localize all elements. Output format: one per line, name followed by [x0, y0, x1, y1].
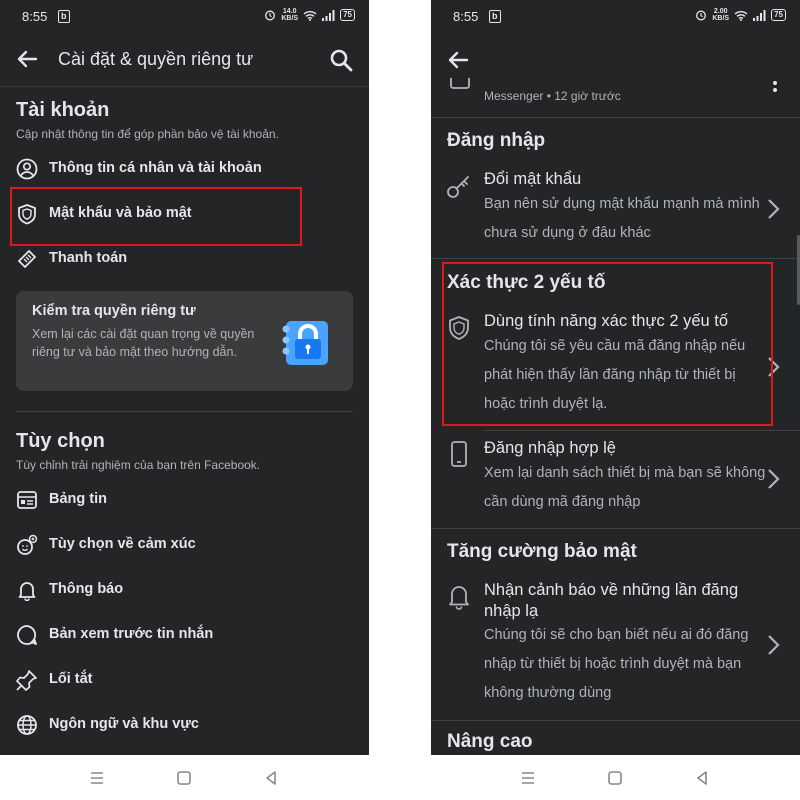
highlight-box-password-security	[10, 187, 302, 246]
extra-security-section-title: Tăng cường bảo mật	[447, 541, 637, 562]
settings-item-message-preview[interactable]: Bản xem trước tin nhắn	[0, 616, 369, 656]
system-nav-bar	[431, 755, 800, 800]
wifi-icon	[734, 10, 748, 21]
message-preview-icon	[17, 625, 37, 645]
chevron-right-icon	[768, 469, 780, 489]
battery-indicator: 75	[340, 9, 355, 21]
preferences-section-subtitle: Tùy chỉnh trải nghiệm của bạn trên Faceb…	[16, 458, 261, 472]
highlight-box-two-factor	[442, 262, 773, 426]
privacy-card-description: Xem lại các cài đặt quan trọng về quyền …	[32, 327, 255, 359]
authorized-logins-title: Đăng nhập hợp lệ	[484, 439, 616, 457]
network-speed: 2.00 KB/S	[712, 8, 730, 22]
settings-item-label: Bản xem trước tin nhắn	[49, 626, 214, 642]
login-session-meta: Messenger • 12 giờ trước	[484, 89, 621, 103]
status-indicators: 14.0 KB/S 75	[264, 8, 355, 22]
status-indicators: 2.00 KB/S 75	[695, 8, 786, 22]
notification-badge: b	[58, 10, 70, 23]
pin-icon	[16, 670, 37, 691]
status-time: 8:55	[453, 9, 479, 24]
globe-icon	[17, 715, 37, 735]
section-divider	[431, 258, 800, 259]
bell-icon	[18, 582, 36, 601]
device-icon	[450, 78, 470, 89]
settings-item-payments[interactable]: Thanh toán	[0, 240, 369, 280]
notification-badge: b	[489, 10, 501, 23]
chevron-right-icon	[768, 635, 780, 655]
settings-item-reactions[interactable]: Tùy chọn về cảm xúc	[0, 526, 369, 566]
account-section-subtitle: Cập nhật thông tin để góp phần bảo vệ tà…	[16, 127, 279, 141]
news-feed-icon	[17, 491, 37, 509]
settings-item-label: Tùy chọn về cảm xúc	[49, 536, 196, 552]
privacy-lock-illustration-icon	[282, 321, 328, 365]
tag-icon	[18, 250, 36, 268]
back-arrow-icon[interactable]	[447, 49, 469, 71]
change-password-title: Đổi mật khẩu	[484, 170, 582, 188]
network-speed: 14.0 KB/S	[281, 8, 299, 22]
settings-item-language-region[interactable]: Ngôn ngữ và khu vực	[0, 706, 369, 746]
settings-item-notifications[interactable]: Thông báo	[0, 571, 369, 611]
section-divider	[431, 720, 800, 721]
bell-icon	[449, 586, 469, 610]
settings-item-label: Thông báo	[49, 581, 124, 597]
reactions-icon	[17, 534, 38, 555]
person-circle-icon	[16, 158, 38, 180]
section-divider	[431, 528, 800, 529]
preferences-section-title: Tùy chọn	[16, 430, 105, 452]
authorized-logins-description: Xem lại danh sách thiết bị mà bạn sẽ khô…	[484, 465, 766, 510]
search-icon[interactable]	[329, 48, 353, 72]
alarm-icon	[265, 10, 276, 21]
system-nav-bar	[0, 755, 369, 800]
account-section-title: Tài khoản	[16, 99, 110, 121]
back-arrow-icon[interactable]	[16, 48, 38, 70]
settings-item-label: Bảng tin	[49, 491, 107, 507]
settings-item-label: Ngôn ngữ và khu vực	[49, 716, 199, 732]
right-phone-screen: 8:55 b 2.00 KB/S 75 Messenger • 12 giờ tr…	[431, 0, 800, 755]
settings-item-shortcuts[interactable]: Lối tắt	[0, 661, 369, 701]
left-phone-screen: 8:55 b 14.0 KB/S 75 Cài đặt & quyền riêng…	[0, 0, 369, 755]
settings-item-label: Thanh toán	[49, 250, 128, 266]
settings-item-label: Lối tắt	[49, 671, 93, 687]
app-header	[431, 32, 800, 78]
menu-nav-icon[interactable]	[519, 769, 537, 787]
key-icon	[447, 176, 469, 198]
advanced-section-title: Nâng cao	[447, 731, 533, 752]
settings-item-label: Thông tin cá nhân và tài khoản	[49, 160, 262, 176]
login-alerts-title: Nhận cảnh báo về những lần đăng nhập lạ	[484, 581, 739, 620]
status-time: 8:55	[22, 9, 48, 24]
menu-nav-icon[interactable]	[88, 769, 106, 787]
back-nav-icon[interactable]	[693, 769, 711, 787]
login-alerts-description: Chúng tôi sẽ cho bạn biết nếu ai đó đăng…	[484, 627, 749, 701]
privacy-card-title: Kiểm tra quyền riêng tư	[32, 303, 196, 319]
phone-device-icon	[451, 441, 467, 467]
signal-icon	[753, 9, 766, 21]
item-divider	[484, 430, 800, 431]
signal-icon	[322, 9, 335, 21]
battery-indicator: 75	[771, 9, 786, 21]
back-nav-icon[interactable]	[262, 769, 280, 787]
status-bar: 8:55 b 14.0 KB/S 75	[0, 0, 369, 32]
section-divider	[16, 411, 353, 412]
home-nav-icon[interactable]	[175, 769, 193, 787]
privacy-checkup-card[interactable]: Kiểm tra quyền riêng tư Xem lại các cài …	[16, 291, 353, 391]
home-nav-icon[interactable]	[606, 769, 624, 787]
settings-item-news-feed[interactable]: Bảng tin	[0, 481, 369, 521]
chevron-right-icon	[768, 199, 780, 219]
section-divider	[431, 117, 800, 118]
status-bar: 8:55 b 2.00 KB/S 75	[431, 0, 800, 32]
alarm-icon	[696, 10, 707, 21]
login-section-title: Đăng nhập	[447, 130, 546, 151]
settings-item-personal-info[interactable]: Thông tin cá nhân và tài khoản	[0, 150, 369, 190]
more-options-icon[interactable]	[772, 80, 778, 96]
change-password-description: Bạn nên sử dụng mật khẩu mạnh mà mình ch…	[484, 196, 760, 241]
page-title: Cài đặt & quyền riêng tư	[58, 49, 254, 69]
wifi-icon	[303, 10, 317, 21]
app-header: Cài đặt & quyền riêng tư	[0, 32, 369, 87]
